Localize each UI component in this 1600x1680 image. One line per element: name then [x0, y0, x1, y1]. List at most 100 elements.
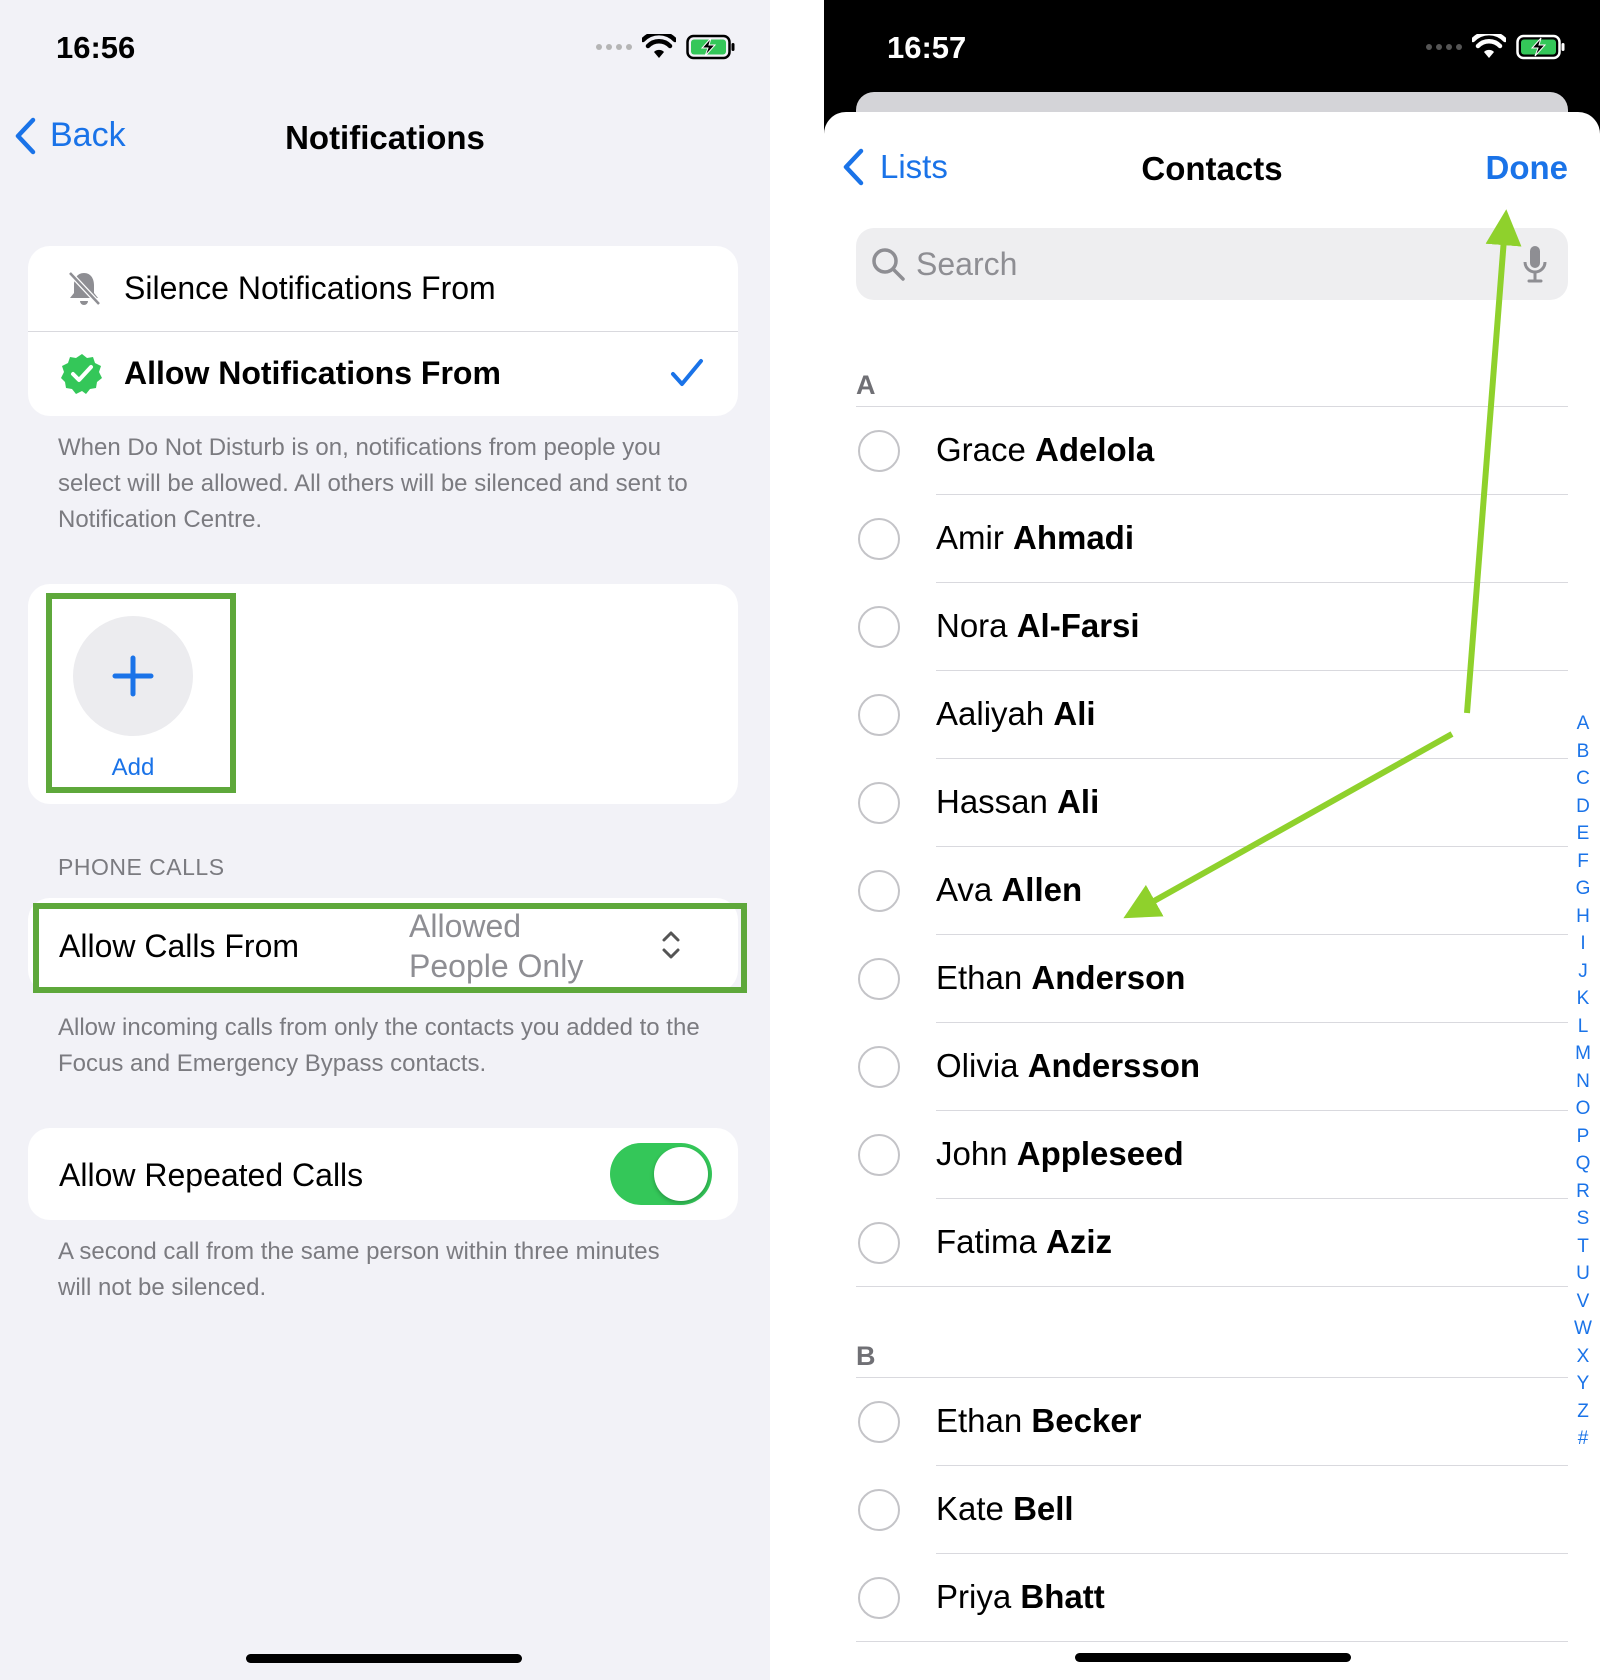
option-allow[interactable]: Allow Notifications From: [28, 331, 738, 416]
contact-name: Aaliyah Ali: [936, 695, 1096, 733]
done-button[interactable]: Done: [1486, 149, 1569, 187]
selection-radio[interactable]: [858, 694, 900, 736]
index-letter[interactable]: Y: [1577, 1370, 1590, 1398]
index-letter[interactable]: V: [1577, 1288, 1590, 1316]
index-letter[interactable]: R: [1576, 1178, 1590, 1206]
home-indicator: [1075, 1653, 1351, 1662]
contact-last-name: Aziz: [1046, 1223, 1113, 1260]
section-index[interactable]: A B C D E F G H I J K L M N O P Q R S T U V W X Y Z #: [1566, 710, 1600, 1453]
index-letter[interactable]: F: [1577, 848, 1589, 876]
index-letter[interactable]: C: [1576, 765, 1590, 793]
verified-badge-icon: [61, 354, 102, 394]
contact-row[interactable]: Fatima Aziz: [856, 1199, 1568, 1287]
contact-row[interactable]: Priya Bhatt: [856, 1554, 1568, 1642]
contact-row[interactable]: Nora Al-Farsi: [856, 583, 1568, 671]
contact-first-name: Ava: [936, 871, 993, 908]
index-letter[interactable]: W: [1574, 1315, 1592, 1343]
contact-last-name: Al-Farsi: [1016, 607, 1140, 644]
contact-row[interactable]: Hassan Ali: [856, 759, 1568, 847]
index-letter[interactable]: Q: [1576, 1150, 1591, 1178]
contact-name: Olivia Andersson: [936, 1047, 1200, 1085]
index-letter[interactable]: I: [1580, 930, 1585, 958]
index-letter[interactable]: P: [1577, 1123, 1590, 1151]
phone-calls-header: PHONE CALLS: [58, 854, 225, 880]
section-header-a: A: [856, 370, 876, 400]
selection-radio[interactable]: [858, 606, 900, 648]
contact-last-name: Ahmadi: [1013, 519, 1135, 556]
repeated-calls-toggle[interactable]: [610, 1143, 712, 1205]
signal-icon: [596, 44, 632, 50]
index-letter[interactable]: M: [1575, 1040, 1591, 1068]
index-letter[interactable]: D: [1576, 793, 1590, 821]
contact-row[interactable]: Kate Bell: [856, 1466, 1568, 1554]
contact-first-name: Ethan: [936, 1402, 1023, 1439]
contact-row[interactable]: John Appleseed: [856, 1111, 1568, 1199]
index-letter[interactable]: X: [1577, 1343, 1590, 1371]
contact-last-name: Andersson: [1027, 1047, 1201, 1084]
contact-last-name: Adelola: [1035, 431, 1155, 468]
selection-radio[interactable]: [858, 870, 900, 912]
selection-radio[interactable]: [858, 518, 900, 560]
contact-first-name: Amir: [936, 519, 1004, 556]
index-letter[interactable]: U: [1576, 1260, 1590, 1288]
index-letter[interactable]: #: [1578, 1425, 1589, 1453]
contact-row[interactable]: Grace Adelola: [856, 407, 1568, 495]
selection-radio[interactable]: [858, 430, 900, 472]
search-icon: [872, 248, 905, 281]
option-silence[interactable]: Silence Notifications From: [28, 246, 738, 331]
selection-radio[interactable]: [858, 1134, 900, 1176]
contact-row[interactable]: Ethan Becker: [856, 1378, 1568, 1466]
search-bar: [856, 228, 1568, 300]
index-letter[interactable]: O: [1576, 1095, 1591, 1123]
index-letter[interactable]: Z: [1577, 1398, 1589, 1426]
home-indicator: [246, 1654, 522, 1663]
selection-radio[interactable]: [858, 1577, 900, 1619]
status-icons: [1426, 34, 1566, 60]
page-title: Notifications: [285, 119, 485, 156]
contact-name: Ethan Anderson: [936, 959, 1185, 997]
index-letter[interactable]: L: [1578, 1013, 1589, 1041]
highlight-box-calls: [33, 903, 747, 993]
selection-radio[interactable]: [858, 1401, 900, 1443]
bell-slash-icon: [68, 271, 101, 306]
contact-first-name: Grace: [936, 431, 1026, 468]
contact-first-name: Olivia: [936, 1047, 1019, 1084]
notification-mode-card: Silence Notifications From Allow Notific…: [28, 246, 738, 416]
index-letter[interactable]: H: [1576, 903, 1590, 931]
contacts-picker-screen: 16:57 Lists Contacts Done Search A Grace…: [824, 0, 1600, 1680]
selection-radio[interactable]: [858, 1222, 900, 1264]
contacts-title: Contacts: [1141, 150, 1283, 187]
selection-radio[interactable]: [858, 958, 900, 1000]
contact-row[interactable]: Olivia Andersson: [856, 1023, 1568, 1111]
contact-first-name: Nora: [936, 607, 1008, 644]
selection-radio[interactable]: [858, 782, 900, 824]
index-letter[interactable]: G: [1576, 875, 1591, 903]
contact-last-name: Anderson: [1031, 959, 1186, 996]
contact-name: Fatima Aziz: [936, 1223, 1112, 1261]
search-input[interactable]: [916, 242, 1516, 286]
contact-row[interactable]: Ava Allen: [856, 847, 1568, 935]
contact-first-name: Kate: [936, 1490, 1004, 1527]
status-time: 16:57: [887, 30, 967, 65]
status-time: 16:56: [56, 30, 136, 65]
contact-last-name: Ali: [1057, 783, 1100, 820]
contacts-sheet: Lists Contacts Done AGrace AdelolaAmir A…: [824, 112, 1600, 1680]
microphone-icon[interactable]: [1522, 244, 1548, 284]
contact-row[interactable]: Ethan Anderson: [856, 935, 1568, 1023]
index-letter[interactable]: T: [1577, 1233, 1589, 1261]
contact-row[interactable]: Amir Ahmadi: [856, 495, 1568, 583]
notifications-hint: When Do Not Disturb is on, notifications…: [58, 434, 688, 533]
selection-radio[interactable]: [858, 1489, 900, 1531]
contact-name: Kate Bell: [936, 1490, 1074, 1528]
wifi-icon: [1472, 34, 1506, 58]
index-letter[interactable]: A: [1577, 710, 1590, 738]
index-letter[interactable]: N: [1576, 1068, 1590, 1096]
index-letter[interactable]: E: [1577, 820, 1590, 848]
index-letter[interactable]: B: [1577, 738, 1590, 766]
selection-radio[interactable]: [858, 1046, 900, 1088]
index-letter[interactable]: S: [1577, 1205, 1590, 1233]
contact-row[interactable]: Aaliyah Ali: [856, 671, 1568, 759]
index-letter[interactable]: K: [1577, 985, 1590, 1013]
contact-first-name: Priya: [936, 1578, 1012, 1615]
index-letter[interactable]: J: [1578, 958, 1588, 986]
